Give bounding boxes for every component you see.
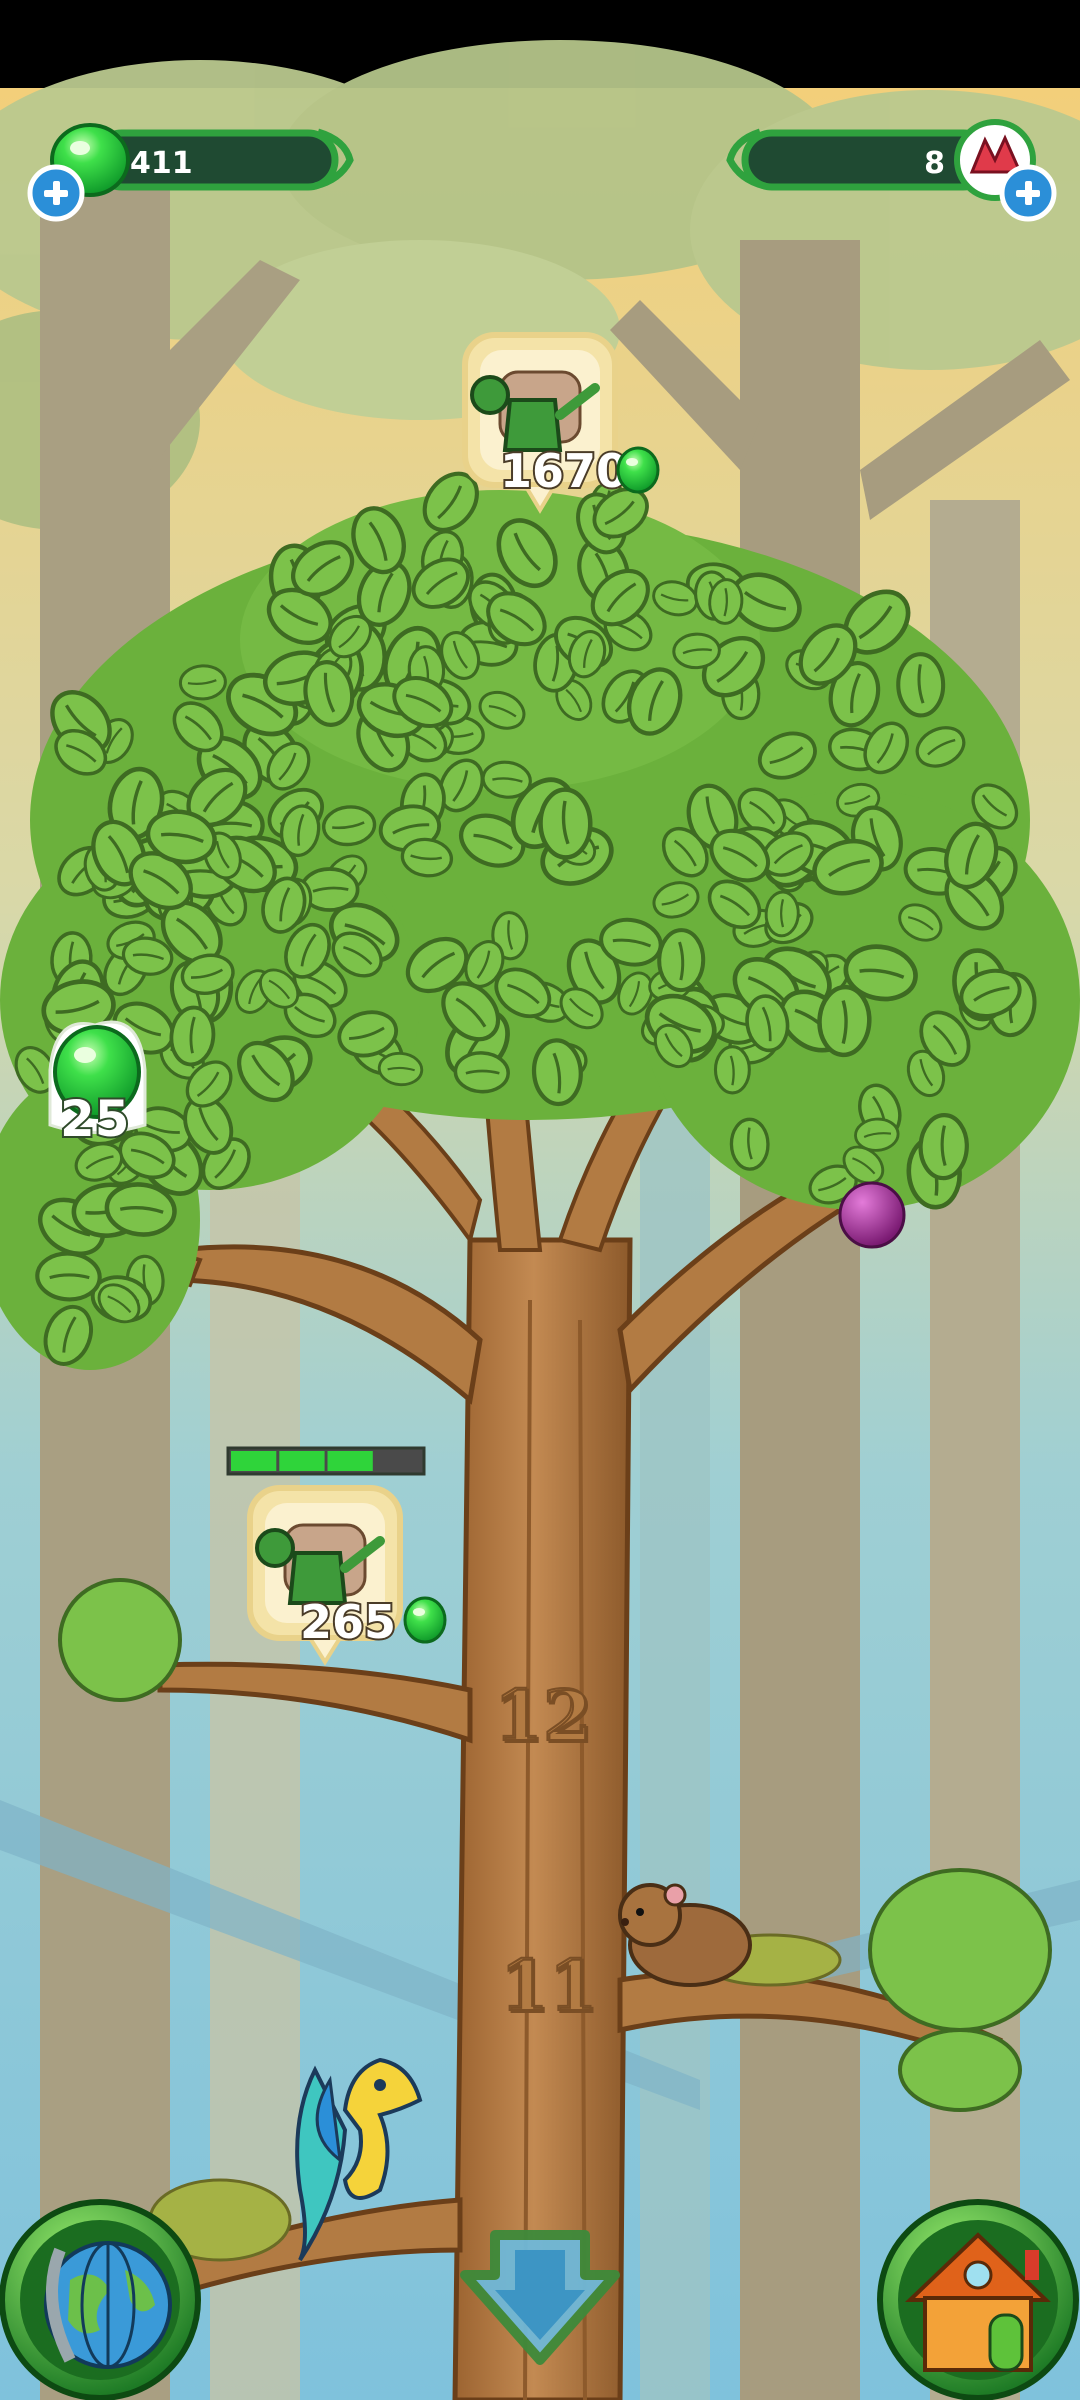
leaf [36,1252,101,1301]
hud-gem-counter [726,119,1036,201]
leaf [178,663,228,702]
top-upgrade-cost: 1670 [500,444,628,498]
gel-drop-amount: 25 [60,1090,130,1148]
gem-count: 8 [924,146,945,181]
gel-count: 411 [130,146,193,181]
home-button[interactable] [877,2199,1079,2400]
leaf [452,1049,511,1095]
leaf [763,889,801,939]
progress-segment-filled [327,1451,373,1471]
leaf [540,789,591,858]
map-button[interactable] [0,2199,201,2400]
leaf [656,927,706,993]
leaf [920,1114,968,1179]
leaf [818,986,871,1056]
branch-upgrade-cost: 265 [300,1595,396,1649]
trunk-level-12: 12 [494,1674,591,1757]
game-scene: 12 11 411 8 1670 265 25 [0,0,1080,2400]
top-upgrade-gel-icon [616,446,660,494]
plum-fruit [838,1181,906,1249]
progress-segment-empty [375,1451,422,1471]
leaf [729,1117,771,1172]
leaf [898,654,944,716]
progress-segment-filled [231,1451,277,1471]
trunk-level-11: 11 [500,1944,597,2027]
branch-upgrade-progress [226,1446,426,1476]
branch-upgrade-gel-icon [403,1596,447,1644]
globe-icon [44,2241,172,2369]
add-gel-button[interactable] [27,164,85,222]
hud-gel-counter [50,123,354,197]
leaf [713,1045,751,1095]
progress-segment-filled [279,1451,325,1471]
add-gem-button[interactable] [999,164,1057,222]
leaf [671,631,722,671]
